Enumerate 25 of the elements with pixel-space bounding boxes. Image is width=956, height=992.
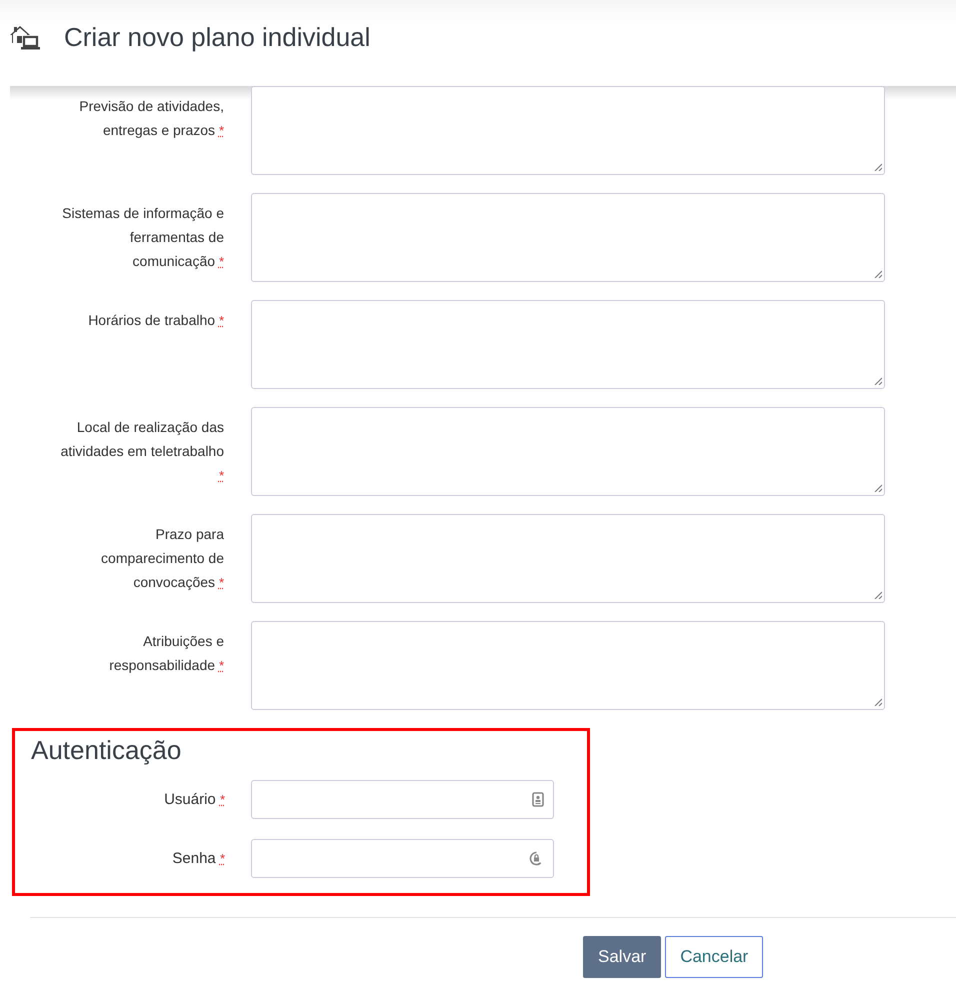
resize-handle-icon[interactable] <box>874 163 882 171</box>
section-heading: Autenticação <box>31 735 182 766</box>
field-label: Horários de trabalho * <box>87 311 224 330</box>
cancel-button[interactable]: Cancelar <box>665 936 764 978</box>
home-office-icon <box>10 24 42 50</box>
resize-handle-icon[interactable] <box>874 484 882 492</box>
field-label: Senha <box>172 850 216 867</box>
required-asterisk: * <box>220 792 225 807</box>
field-label: Prazo para comparecimento de convocações * <box>100 525 224 592</box>
field-label: Previsão de atividades, entregas e prazos * <box>78 97 224 140</box>
lock-icon <box>529 850 544 866</box>
required-asterisk: * <box>220 851 225 866</box>
resize-handle-icon[interactable] <box>874 270 882 278</box>
field-label: Local de realização das atividades em teletrabalho * <box>60 418 224 485</box>
field-label: Usuário <box>164 791 216 808</box>
resize-handle-icon[interactable] <box>874 591 882 599</box>
field-label: Sistemas de informação e ferramentas de comunicação * <box>61 204 224 271</box>
field-label: Atribuições e responsabilidade * <box>108 632 224 675</box>
resize-handle-icon[interactable] <box>874 377 882 385</box>
input-field[interactable] <box>251 780 554 819</box>
page-title: Criar novo plano individual <box>64 22 370 52</box>
resize-handle-icon[interactable] <box>874 698 882 706</box>
save-button[interactable]: Salvar <box>583 936 662 978</box>
input-field[interactable] <box>251 839 554 878</box>
id-card-icon <box>532 792 544 807</box>
